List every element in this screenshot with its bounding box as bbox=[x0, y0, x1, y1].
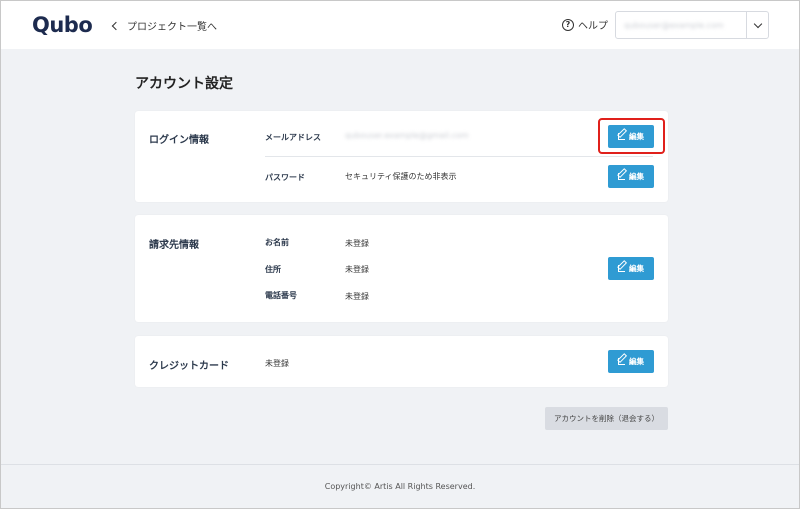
footer-copyright: Copyright© Artis All Rights Reserved. bbox=[1, 464, 799, 508]
divider bbox=[265, 156, 653, 157]
billing-info-title: 請求先情報 bbox=[149, 240, 199, 251]
credit-card-value: 未登録 bbox=[265, 359, 289, 368]
edit-button-label: 編集 bbox=[629, 172, 644, 181]
pencil-icon bbox=[618, 265, 625, 272]
highlight-box bbox=[598, 118, 665, 154]
credit-card-card: クレジットカード 未登録 編集 bbox=[135, 336, 668, 387]
back-to-projects-link[interactable]: プロジェクト一覧へ bbox=[111, 18, 217, 33]
user-email: qubouser@example.com bbox=[624, 20, 724, 30]
address-label: 住所 bbox=[265, 265, 281, 274]
email-value: qubouser.example@gmail.com bbox=[345, 131, 469, 140]
login-info-card: ログイン情報 メールアドレス qubouser.example@gmail.co… bbox=[135, 111, 668, 202]
email-label: メールアドレス bbox=[265, 133, 321, 142]
edit-button-label: 編集 bbox=[629, 264, 644, 273]
edit-button-label: 編集 bbox=[629, 357, 644, 366]
back-link-label: プロジェクト一覧へ bbox=[127, 22, 217, 33]
password-label: パスワード bbox=[265, 173, 305, 182]
header: Qubo プロジェクト一覧へ ? ヘルプ qubouser@example.co… bbox=[1, 1, 799, 49]
dropdown-toggle[interactable] bbox=[746, 12, 768, 38]
edit-billing-button[interactable]: 編集 bbox=[608, 257, 654, 280]
pencil-icon bbox=[618, 358, 625, 365]
address-value: 未登録 bbox=[345, 265, 369, 274]
name-label: お名前 bbox=[265, 238, 289, 247]
login-info-title: ログイン情報 bbox=[149, 135, 209, 146]
help-label: ヘルプ bbox=[578, 21, 608, 32]
delete-account-button[interactable]: アカウントを削除（退会する） bbox=[545, 407, 668, 430]
logo[interactable]: Qubo bbox=[32, 13, 93, 37]
edit-password-button[interactable]: 編集 bbox=[608, 165, 654, 188]
user-account-dropdown[interactable]: qubouser@example.com bbox=[615, 11, 769, 39]
help-link[interactable]: ? ヘルプ bbox=[562, 17, 608, 32]
billing-info-card: 請求先情報 お名前 未登録 住所 未登録 電話番号 未登録 編集 bbox=[135, 215, 668, 322]
help-icon: ? bbox=[562, 18, 574, 31]
chevron-down-icon bbox=[753, 19, 762, 28]
password-value: セキュリティ保護のため非表示 bbox=[345, 172, 457, 181]
page-title: アカウント設定 bbox=[135, 76, 233, 92]
edit-credit-card-button[interactable]: 編集 bbox=[608, 350, 654, 373]
credit-card-title: クレジットカード bbox=[149, 361, 229, 372]
chevron-left-icon bbox=[111, 21, 121, 30]
phone-label: 電話番号 bbox=[265, 291, 297, 300]
name-value: 未登録 bbox=[345, 239, 369, 248]
pencil-icon bbox=[618, 173, 625, 180]
phone-value: 未登録 bbox=[345, 292, 369, 301]
